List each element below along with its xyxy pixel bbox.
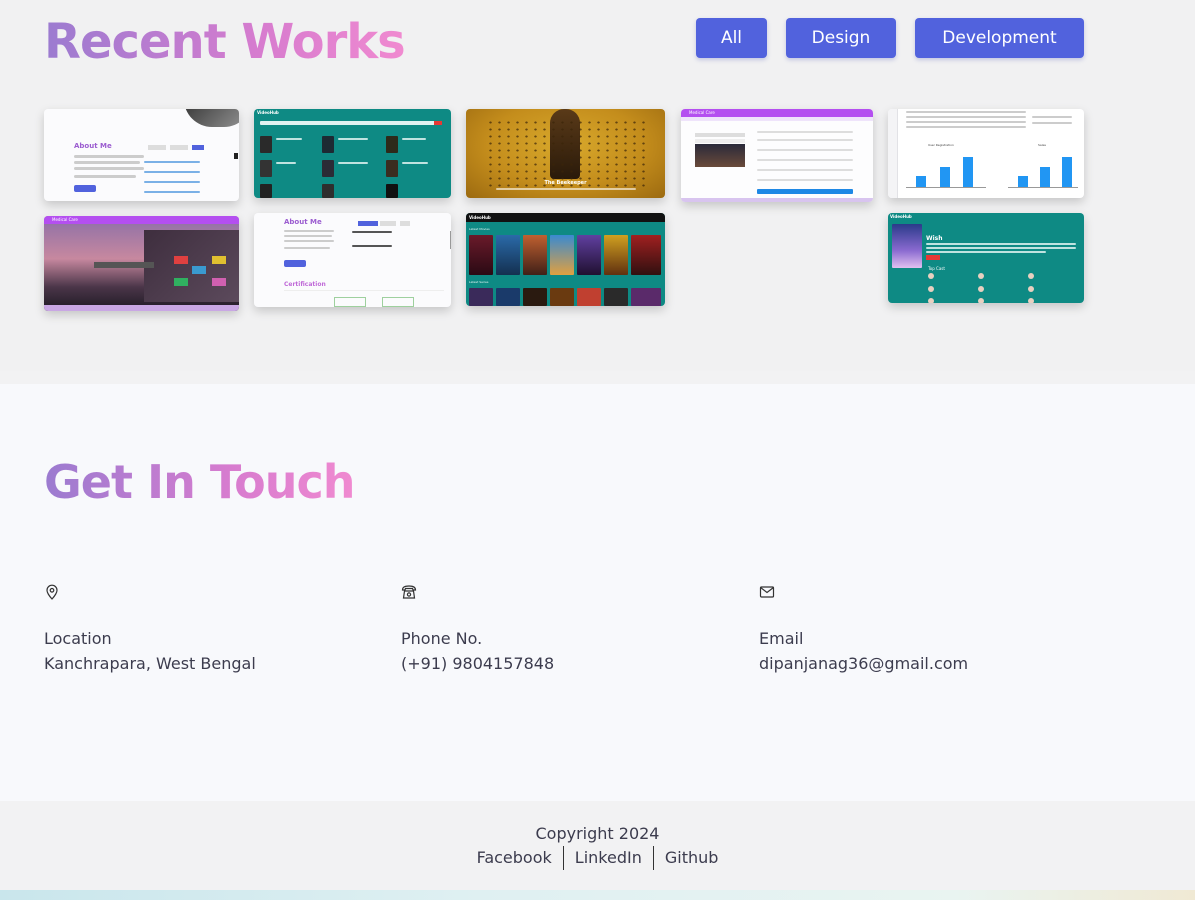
page-bottom-strip bbox=[0, 890, 1195, 900]
project-thumbnail-videohub-home[interactable]: VideoHub Latest Movies Latest Series bbox=[466, 213, 665, 306]
avatar-image bbox=[184, 109, 239, 127]
filter-design-button[interactable]: Design bbox=[786, 18, 896, 58]
recent-works-title: Recent Works bbox=[44, 14, 406, 70]
location-value: Kanchrapara, West Bengal bbox=[44, 654, 256, 673]
filter-development-button[interactable]: Development bbox=[915, 18, 1084, 58]
project-thumbnail-portfolio-about[interactable]: About Me bbox=[44, 109, 239, 201]
copyright-text: Copyright 2024 bbox=[535, 824, 660, 843]
project-thumbnail-medical-hero[interactable]: Medical Care bbox=[44, 216, 239, 311]
github-link[interactable]: Github bbox=[652, 846, 730, 870]
location-label: Location bbox=[44, 629, 112, 648]
phone-value[interactable]: (+91) 9804157848 bbox=[401, 654, 554, 673]
phone-icon bbox=[401, 584, 417, 600]
filter-all-button[interactable]: All bbox=[696, 18, 767, 58]
project-thumbnail-dashboard[interactable]: User Registration Sales bbox=[888, 109, 1084, 198]
social-links: Facebook LinkedIn Github bbox=[0, 846, 1195, 870]
project-thumbnail-beekeeper[interactable]: The Beekeeper bbox=[466, 109, 665, 198]
project-thumbnail-medical-form[interactable]: Medical Care bbox=[681, 109, 873, 202]
contact-title: Get In Touch bbox=[44, 455, 355, 509]
thumb-about-heading: About Me bbox=[74, 142, 112, 150]
email-label: Email bbox=[759, 629, 804, 648]
project-thumbnail-about-certification[interactable]: About Me Certification bbox=[254, 213, 451, 307]
project-thumbnail-videohub-detail[interactable]: VideoHub Wish Top Cast bbox=[888, 213, 1084, 303]
project-thumbnail-videohub-search[interactable]: VideoHub bbox=[254, 109, 451, 198]
email-value[interactable]: dipanjanag36@gmail.com bbox=[759, 654, 968, 673]
recent-works-section: Recent Works All Design Development Abou… bbox=[0, 0, 1195, 371]
mail-icon bbox=[759, 584, 775, 600]
linkedin-link[interactable]: LinkedIn bbox=[562, 846, 653, 870]
facebook-link[interactable]: Facebook bbox=[466, 846, 563, 870]
phone-label: Phone No. bbox=[401, 629, 483, 648]
location-pin-icon bbox=[44, 584, 60, 600]
contact-section: Get In Touch Location Kanchrapara, West … bbox=[0, 384, 1195, 801]
